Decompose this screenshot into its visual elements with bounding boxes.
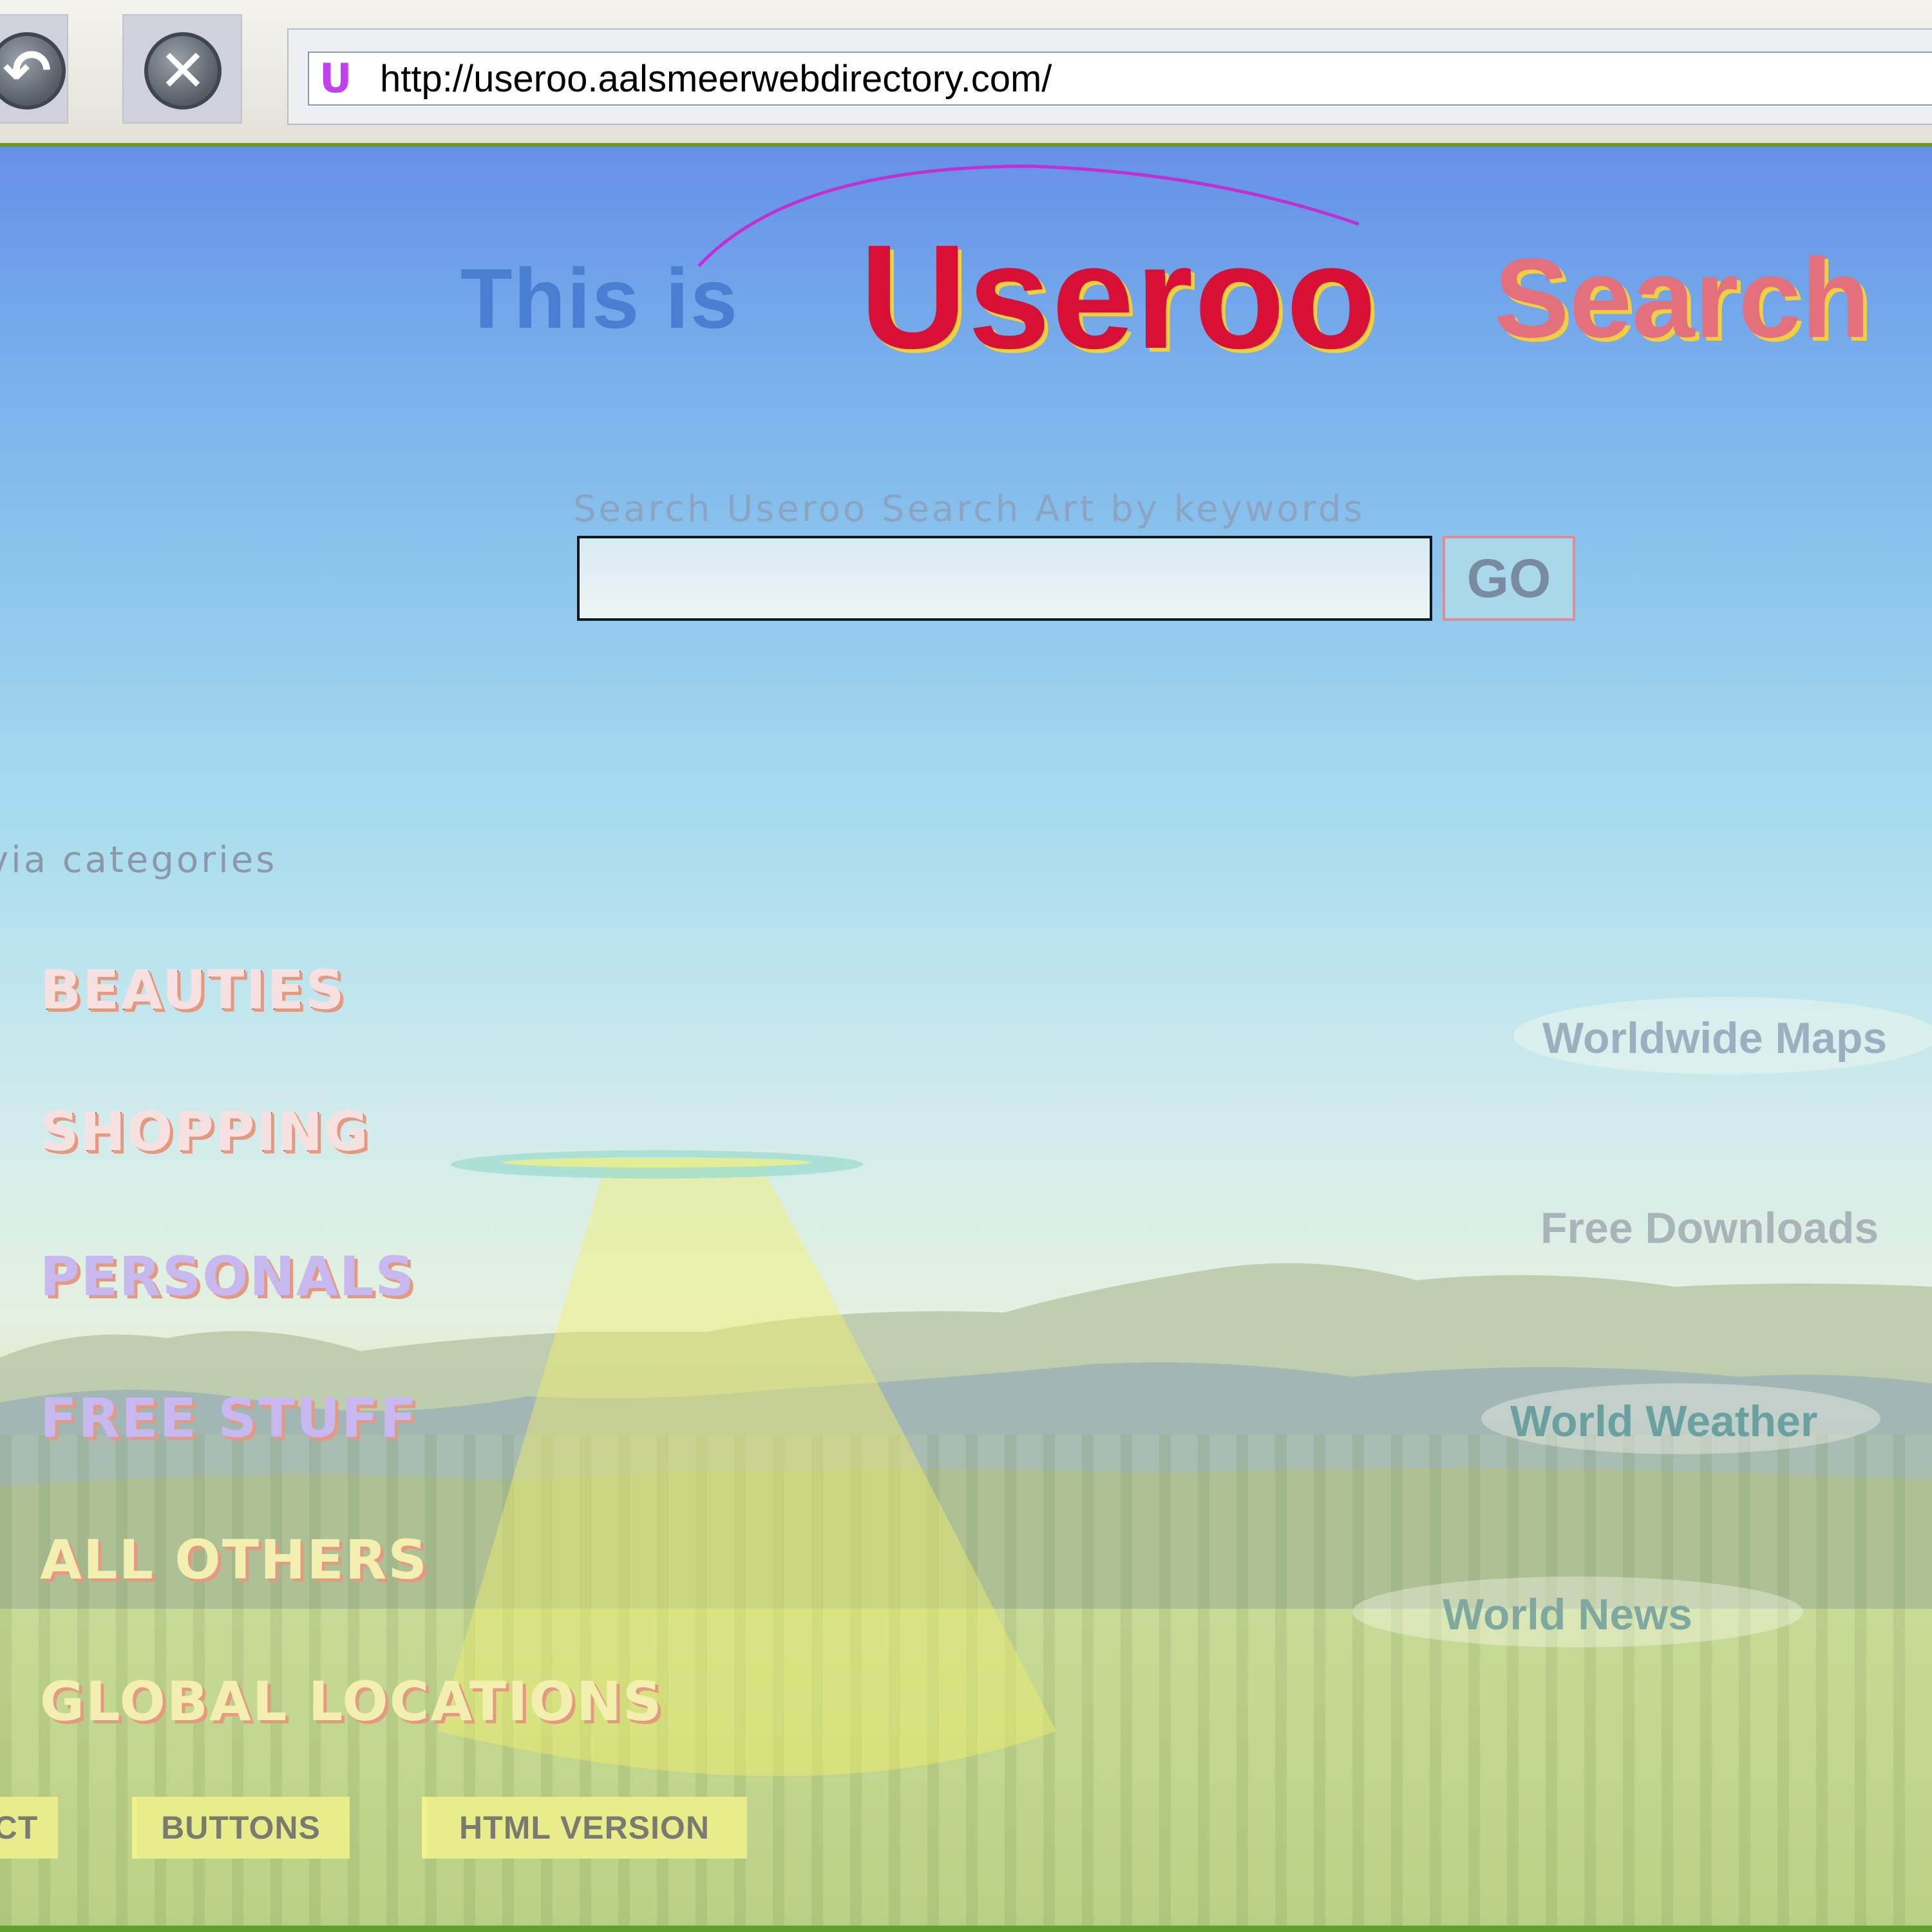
browser-toolbar: ↶ ✕ U http://useroo.aalsmeerwebdirectory…	[0, 0, 1932, 147]
category-global-locations-link[interactable]: GLOBAL LOCATIONS	[40, 1670, 663, 1733]
header-search-word: Search	[1494, 236, 1870, 361]
contact-button[interactable]: CT	[0, 1797, 58, 1859]
stop-button[interactable]: ✕	[122, 14, 242, 124]
ufo-graphic	[451, 1150, 863, 1179]
buttons-button[interactable]: BUTTONS	[132, 1797, 350, 1859]
stop-x-icon: ✕	[144, 32, 222, 109]
html-version-button[interactable]: HTML VERSION	[422, 1797, 747, 1859]
back-arrow-icon: ↶	[0, 32, 66, 109]
site-favicon-icon: U	[319, 55, 352, 102]
go-button[interactable]: GO	[1443, 536, 1575, 621]
bottom-border	[0, 1926, 1932, 1932]
categories-heading: via categories	[0, 839, 278, 881]
category-beauties-link[interactable]: BEAUTIES	[40, 958, 345, 1021]
page-content: This is Useroo Search Search Useroo Sear…	[0, 147, 1932, 1926]
brand-logo-text: Useroo	[860, 214, 1378, 379]
header-this-is: This is	[460, 251, 739, 346]
url-field[interactable]: U http://useroo.aalsmeerwebdirectory.com…	[308, 52, 1932, 106]
url-text[interactable]: http://useroo.aalsmeerwebdirectory.com/	[380, 55, 1052, 103]
category-free-stuff-link[interactable]: FREE STUFF	[40, 1387, 418, 1450]
search-input[interactable]	[577, 536, 1432, 621]
free-downloads-link[interactable]: Free Downloads	[1540, 1203, 1879, 1253]
search-label: Search Useroo Search Art by keywords	[573, 488, 1365, 530]
category-all-others-link[interactable]: ALL OTHERS	[40, 1528, 428, 1591]
world-weather-link[interactable]: World Weather	[1510, 1396, 1817, 1446]
world-news-link[interactable]: World News	[1443, 1589, 1692, 1640]
category-shopping-link[interactable]: SHOPPING	[40, 1100, 370, 1163]
worldwide-maps-link[interactable]: Worldwide Maps	[1542, 1013, 1887, 1063]
address-bar[interactable]: U http://useroo.aalsmeerwebdirectory.com…	[287, 28, 1932, 125]
back-button[interactable]: ↶	[0, 14, 68, 124]
category-personals-link[interactable]: PERSONALS	[40, 1245, 415, 1308]
